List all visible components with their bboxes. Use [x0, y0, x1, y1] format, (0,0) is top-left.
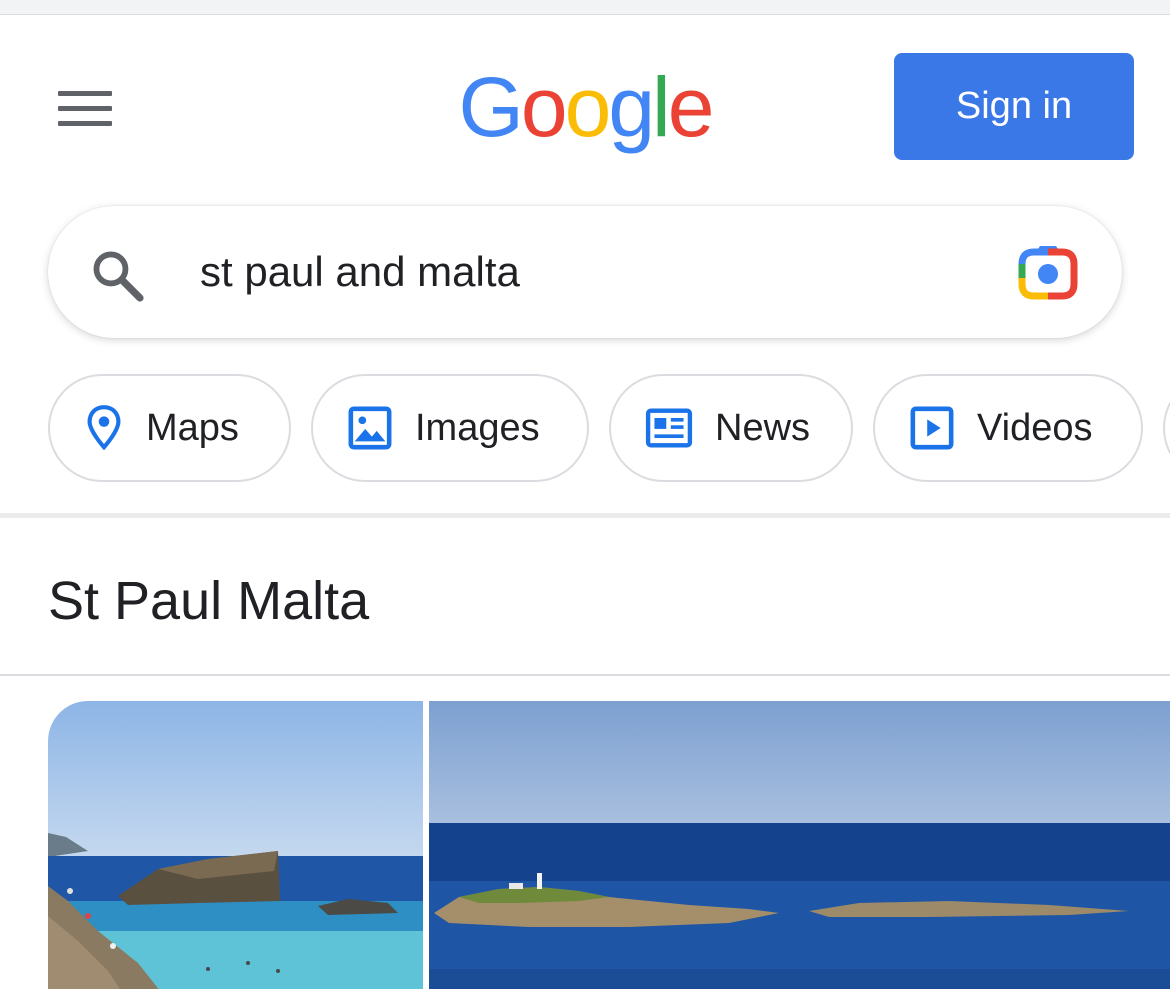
chip-images[interactable]: Images — [311, 374, 589, 482]
divider — [0, 674, 1170, 676]
result-image-1[interactable] — [48, 701, 423, 989]
search-input[interactable] — [200, 236, 1000, 308]
logo-letter: G — [458, 59, 524, 154]
chip-maps[interactable]: Maps — [48, 374, 291, 482]
logo-letter: l — [652, 59, 671, 154]
lens-camera-icon[interactable] — [1016, 242, 1080, 302]
chip-news[interactable]: News — [609, 374, 853, 482]
chip-label: News — [715, 406, 811, 449]
divider — [0, 513, 1170, 518]
chip-label: Maps — [146, 406, 239, 449]
search-results-page: Google Sign in Maps Image — [0, 0, 1170, 989]
chip-videos[interactable]: Videos — [873, 374, 1143, 482]
logo-letter: o — [520, 59, 568, 154]
browser-top-strip — [0, 0, 1170, 15]
results-heading: St Paul Malta — [48, 571, 370, 631]
logo-letter: o — [564, 59, 612, 154]
video-play-icon — [910, 406, 954, 450]
chip-label: Videos — [977, 406, 1093, 449]
logo-letter: g — [608, 59, 655, 154]
hamburger-menu-icon[interactable] — [58, 84, 122, 132]
map-pin-icon — [87, 405, 121, 451]
image-icon — [348, 406, 392, 450]
chip-more[interactable] — [1163, 374, 1170, 482]
chip-label: Images — [415, 406, 540, 449]
logo-letter: e — [667, 59, 715, 154]
sign-in-button[interactable]: Sign in — [894, 53, 1134, 160]
search-icon[interactable] — [88, 246, 146, 304]
newspaper-icon — [645, 408, 693, 448]
search-box — [48, 206, 1122, 338]
result-image-2[interactable] — [429, 701, 1170, 989]
google-logo[interactable]: Google — [440, 52, 730, 162]
